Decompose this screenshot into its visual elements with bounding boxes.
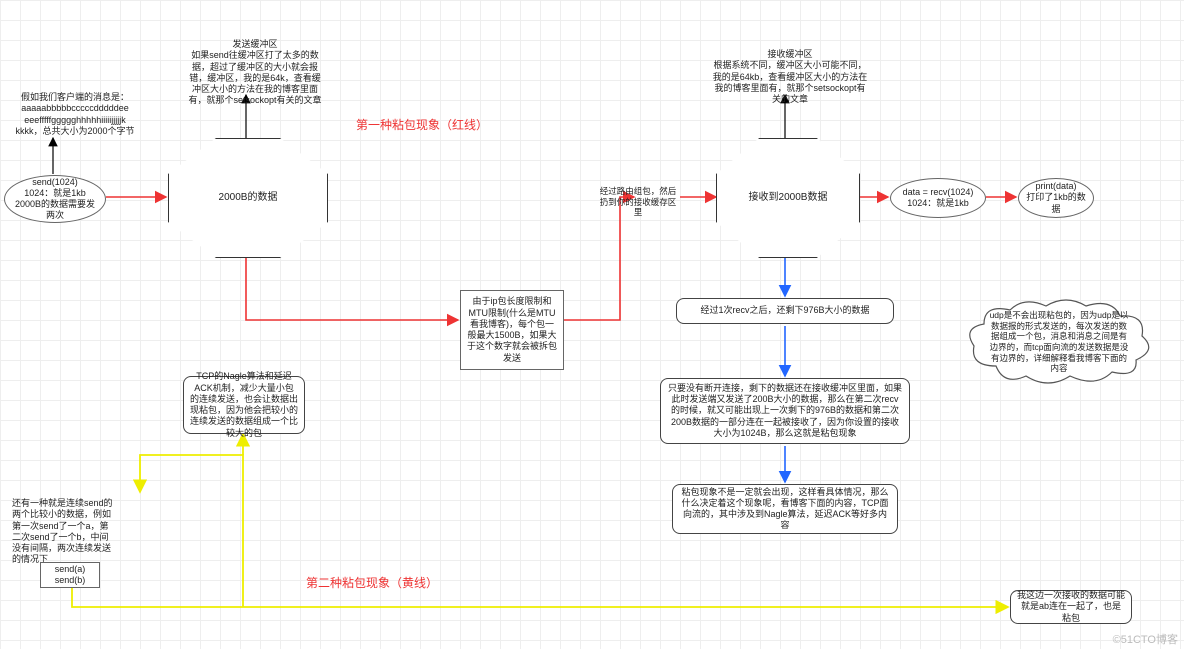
- watermark: ©51CTO博客: [1113, 631, 1178, 647]
- recv-call: data = recv(1024)1024：就是1kb: [890, 178, 986, 218]
- recv-buffer-note: 接收缓冲区根据系统不同，缓冲区大小可能不同，我的是64kb，查看缓冲区大小的方法…: [705, 45, 875, 109]
- nagle-box: TCP的Nagle算法和延迟ACK机制，减少大量小包的连续发送，也会让数据出现粘…: [183, 376, 305, 434]
- title-yellow: 第二种粘包现象（黄线）: [300, 572, 444, 595]
- step3: 粘包现象不是一定就会出现，这样看具体情况，那么什么决定着这个现象呢，看博客下面的…: [672, 484, 898, 534]
- route-note: 经过路由组包，然后扔到你的接收缓存区里: [592, 182, 684, 222]
- client-msg-note: 假如我们客户端的消息是：aaaaabbbbbcccccdddddeeeeefff…: [5, 88, 145, 141]
- title-red: 第一种粘包现象（红线）: [350, 114, 494, 137]
- send-buffer-octagon: 2000B的数据: [168, 138, 328, 258]
- print-call: print(data)打印了1kb的数据: [1018, 178, 1094, 218]
- send-ab-box: send(a)send(b): [40, 562, 100, 588]
- recv-buffer-octagon: 接收到2000B数据: [716, 138, 860, 258]
- mtu-box: 由于ip包长度限制和MTU限制(什么是MTU看我博客)，每个包一般最大1500B…: [460, 290, 564, 370]
- merged-ab-box: 我这边一次接收的数据可能就是ab连在一起了，也是粘包: [1010, 590, 1132, 624]
- udp-cloud: udp是不会出现粘包的，因为udp是以数据报的形式发送的，每次发送的数据组成一个…: [966, 298, 1152, 386]
- send-buffer-note: 发送缓冲区如果send往缓冲区打了太多的数据，超过了缓冲区的大小就会报错，缓冲区…: [180, 35, 330, 111]
- step1: 经过1次recv之后，还剩下976B大小的数据: [676, 298, 894, 324]
- step2: 只要没有断开连接，剩下的数据还在接收缓冲区里面，如果此时发送端又发送了200B大…: [660, 378, 910, 444]
- send-call: send(1024)1024：就是1kb2000B的数据需要发两次: [4, 175, 106, 223]
- small-send-note: 还有一种就是连续send的两个比较小的数据，例如第一次send了一个a，第二次s…: [6, 494, 122, 570]
